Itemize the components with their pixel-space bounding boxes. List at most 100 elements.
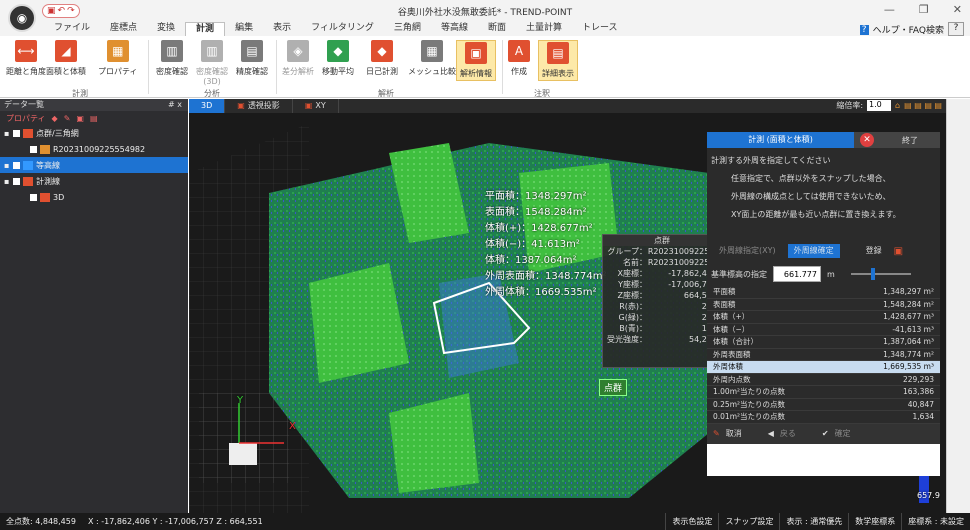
annotation-create-button[interactable]: A 作成 bbox=[508, 40, 530, 77]
area-volume-button[interactable]: ◢ 面積と体積 bbox=[46, 40, 86, 77]
checkbox[interactable] bbox=[30, 193, 37, 201]
tab-xy[interactable]: ▣ XY bbox=[293, 99, 339, 113]
tree-item-pointcloud[interactable]: ▪ 点群/三角網 bbox=[0, 125, 188, 141]
status-button-display[interactable]: 表示 : 通常優先 bbox=[779, 513, 848, 530]
zoom-label: 縮倍率: bbox=[836, 101, 864, 110]
end-button[interactable]: 終了 bbox=[880, 135, 940, 146]
point-info-row: Y座標： -17,006,757 bbox=[618, 280, 717, 289]
back-button[interactable]: 戻る bbox=[780, 428, 796, 439]
checkbox[interactable] bbox=[13, 161, 20, 169]
table-row: 平面積 1,348,297 m² bbox=[707, 286, 940, 299]
moving-average-button[interactable]: ◆ 移動平均 bbox=[322, 40, 354, 77]
diff-analysis-button[interactable]: ◈ 差分解析 bbox=[282, 40, 314, 77]
tab-tin[interactable]: 三角網 bbox=[384, 22, 431, 36]
tree-label: 点群/三角網 bbox=[36, 128, 79, 138]
confirm-icon[interactable]: ✔ bbox=[822, 429, 829, 438]
tab-filtering[interactable]: フィルタリング bbox=[301, 22, 384, 36]
tab-perspective[interactable]: ▣ 透視投影 bbox=[225, 99, 293, 113]
register-button[interactable]: 登録 bbox=[860, 244, 888, 258]
table-row-selected[interactable]: 外周体積 1,669,535 m³ bbox=[707, 361, 940, 374]
measure-header: 計測 (面積と体積) ✕ 終了 bbox=[707, 132, 940, 148]
instruction-text: 外周線の構成点としては使用できないため、 bbox=[731, 192, 891, 201]
analysis-icon: ▣ bbox=[465, 42, 487, 64]
cancel-button[interactable]: 取消 bbox=[726, 428, 742, 439]
analysis-info-button[interactable]: ▣ 解析情報 bbox=[456, 40, 496, 81]
register-icon[interactable]: ▣ bbox=[894, 246, 903, 257]
point-label: 点群 bbox=[599, 379, 628, 396]
zoom-control: 縮倍率: 1.0 ⌂ ▤ ▤ ▤ ▤ bbox=[836, 100, 942, 111]
accuracy-check-button[interactable]: ▤ 精度確認 bbox=[236, 40, 268, 77]
status-button-color[interactable]: 表示色設定 bbox=[665, 513, 718, 530]
point-info-row: B(青)：187 bbox=[619, 324, 717, 333]
axis-grid bbox=[199, 393, 289, 483]
tool-icon[interactable]: ◆ bbox=[52, 114, 58, 123]
density-check-button[interactable]: ▥ 密度確認 bbox=[156, 40, 188, 77]
detail-icon: ▤ bbox=[547, 42, 569, 64]
view-icon[interactable]: ▤ ▤ ▤ ▤ bbox=[904, 101, 942, 110]
tree-item-dataset[interactable]: R20231009225554982 bbox=[0, 141, 188, 157]
point-info-row: 受光強度： 54,227 bbox=[607, 335, 717, 344]
tree-item-measure-line[interactable]: ▪ 計測線 bbox=[0, 173, 188, 189]
tree-item-3d[interactable]: 3D bbox=[0, 189, 188, 205]
distance-icon: ⟷ bbox=[15, 40, 37, 62]
cancel-icon[interactable]: ✎ bbox=[713, 429, 720, 438]
detail-view-button[interactable]: ▤ 詳細表示 bbox=[538, 40, 578, 81]
self-measure-button[interactable]: ◆ 日己計測 bbox=[366, 40, 398, 77]
base-elevation-input[interactable]: 661.777 bbox=[773, 266, 821, 282]
measure-instructions: 計測する外周を指定してください 任意指定で、点群以外をスナップした場合、 外周線… bbox=[707, 148, 940, 240]
point-info-row: X座標： -17,862,406 bbox=[617, 269, 717, 278]
tab-earthwork[interactable]: 土量計算 bbox=[516, 22, 572, 36]
tab-edit[interactable]: 編集 bbox=[225, 22, 263, 36]
tool-icon[interactable]: ✎ bbox=[64, 114, 71, 123]
tab-contour[interactable]: 等高線 bbox=[431, 22, 478, 36]
minimize-icon[interactable]: — bbox=[884, 3, 895, 16]
property-button[interactable]: ▦ プロパティ bbox=[98, 40, 138, 77]
close-icon[interactable]: ✕ bbox=[860, 133, 874, 147]
distance-angle-button[interactable]: ⟷ 距離と角度 bbox=[6, 40, 46, 77]
tab-view[interactable]: 表示 bbox=[263, 22, 301, 36]
tree-item-contour[interactable]: ▪ 等高線 bbox=[0, 157, 188, 173]
outline-xy-button[interactable]: 外周線指定(XY) bbox=[713, 244, 782, 258]
back-icon[interactable]: ◀ bbox=[768, 429, 774, 438]
home-icon[interactable]: ⌂ bbox=[895, 101, 900, 110]
tab-point[interactable]: 座標点 bbox=[100, 22, 147, 36]
confirm-button[interactable]: 確定 bbox=[835, 428, 851, 439]
table-row: 体積（−） -41,613 m³ bbox=[707, 324, 940, 336]
point-info-row: グループ： R20231009225... bbox=[607, 247, 717, 256]
restore-icon[interactable]: ❐ bbox=[919, 3, 929, 16]
outline-confirm-button[interactable]: 外周線確定 bbox=[787, 244, 840, 258]
status-button-snap[interactable]: スナップ設定 bbox=[718, 513, 779, 530]
ribbon: ⟷ 距離と角度 ◢ 面積と体積 ▦ プロパティ ▥ 密度確認 ▥ 密度確認 (3D) ▤ 精度… bbox=[0, 36, 970, 98]
property-icon: ▦ bbox=[106, 40, 129, 62]
checkbox[interactable] bbox=[13, 129, 20, 137]
elevation-slider[interactable] bbox=[850, 268, 911, 280]
app-logo-icon[interactable]: ◉ bbox=[8, 4, 36, 32]
3d-viewport[interactable]: 3D ▣ 透視投影 ▣ XY 縮倍率: 1.0 ⌂ ▤ ▤ ▤ ▤ Y X 657.9 平… bbox=[189, 99, 946, 513]
status-button-coord[interactable]: 座標系 : 未設定 bbox=[901, 513, 970, 530]
tool-icon[interactable]: ▤ bbox=[90, 114, 98, 123]
checkbox[interactable] bbox=[30, 145, 37, 153]
help-dropdown-icon[interactable]: ? bbox=[948, 22, 964, 36]
tab-section[interactable]: 断面 bbox=[478, 22, 516, 36]
zoom-input[interactable]: 1.0 bbox=[867, 100, 892, 111]
density-check-3d-button[interactable]: ▥ 密度確認 (3D) bbox=[196, 40, 228, 86]
mesh-compare-button[interactable]: ▦ メッシュ比較 bbox=[408, 40, 456, 77]
tab-trace[interactable]: トレース bbox=[572, 22, 628, 36]
tree-label: 計測線 bbox=[36, 176, 60, 186]
help-area[interactable]: ? ヘルプ・FAQ検索 bbox=[859, 23, 944, 36]
tab-file[interactable]: ファイル bbox=[44, 22, 100, 36]
tool-icon[interactable]: ▣ bbox=[76, 114, 84, 123]
3d-icon bbox=[40, 192, 50, 202]
status-button-math[interactable]: 数学座標系 bbox=[848, 513, 901, 530]
point-info-row: 名前： R20231009225... bbox=[623, 258, 717, 267]
panel-pin-icon[interactable]: # x bbox=[168, 99, 182, 111]
perspective-icon: ▣ bbox=[237, 101, 245, 110]
property-link[interactable]: プロパティ bbox=[6, 113, 46, 124]
tab-convert[interactable]: 変換 bbox=[147, 22, 185, 36]
help-link[interactable]: ヘルプ・FAQ検索 bbox=[873, 23, 944, 36]
tab-3d[interactable]: 3D bbox=[189, 99, 226, 113]
tab-measure[interactable]: 計測 bbox=[185, 22, 226, 36]
close-icon[interactable]: ✕ bbox=[953, 3, 962, 16]
moving-average-icon: ◆ bbox=[327, 40, 349, 62]
checkbox[interactable] bbox=[13, 177, 20, 185]
